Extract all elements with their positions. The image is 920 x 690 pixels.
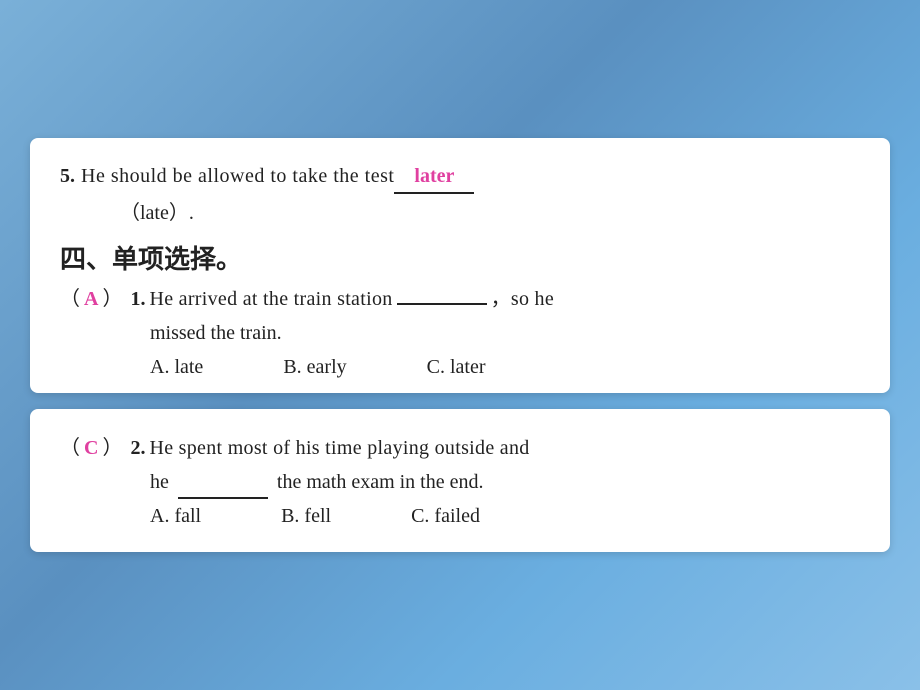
mc1-option-b: B. early xyxy=(283,356,346,379)
q5-number: 5. xyxy=(60,160,75,192)
card-2: （ C ） 2. He spent most of his time playi… xyxy=(30,409,890,552)
mc2-option-a: A. fall xyxy=(150,505,201,528)
mc1-paren-right: ） xyxy=(102,282,122,316)
mc2-second-line-part1: he xyxy=(150,471,169,493)
mc1-blank xyxy=(397,303,487,305)
mc2-answer: C xyxy=(84,431,98,465)
mc-question-2: （ C ） 2. He spent most of his time playi… xyxy=(60,431,860,528)
mc1-number: 1. xyxy=(130,282,145,316)
question-5: 5. He should be allowed to take the test… xyxy=(60,160,860,225)
mc2-sentence-part1: He spent most of his time playing outsid… xyxy=(149,431,529,465)
q5-text: He should be allowed to take the test xyxy=(81,160,394,192)
q5-hint: （late）. xyxy=(120,196,860,225)
mc2-header: （ C ） 2. He spent most of his time playi… xyxy=(60,431,860,465)
mc2-paren-right: ） xyxy=(102,431,122,465)
q5-answer: later xyxy=(394,160,474,194)
mc2-option-c: C. failed xyxy=(411,505,480,528)
mc1-paren-left: （ xyxy=(60,282,80,316)
mc2-option-b: B. fell xyxy=(281,505,331,528)
mc2-second-line: he the math exam in the end. xyxy=(150,465,860,499)
card-1: 5. He should be allowed to take the test… xyxy=(30,138,890,393)
mc2-second-line-part2: the math exam in the end. xyxy=(277,471,484,493)
mc-question-1: （ A ） 1. He arrived at the train station… xyxy=(60,282,860,379)
mc1-sentence-part1: He arrived at the train station xyxy=(149,282,392,316)
mc2-number: 2. xyxy=(130,431,145,465)
mc1-header: （ A ） 1. He arrived at the train station… xyxy=(60,282,860,316)
mc2-options: A. fall B. fell C. failed xyxy=(150,505,860,528)
mc1-answer: A xyxy=(84,282,98,316)
mc2-blank xyxy=(178,497,268,499)
mc1-option-a: A. late xyxy=(150,356,203,379)
mc1-second-line: missed the train. xyxy=(150,316,860,350)
section-title: 四、单项选择。 xyxy=(60,239,860,276)
mc1-option-c: C. later xyxy=(427,356,486,379)
q5-sentence-line: 5. He should be allowed to take the test… xyxy=(60,160,860,194)
mc1-options: A. late B. early C. later xyxy=(150,356,860,379)
mc2-paren-left: （ xyxy=(60,431,80,465)
mc1-sentence-part2: ，so he xyxy=(491,282,554,316)
